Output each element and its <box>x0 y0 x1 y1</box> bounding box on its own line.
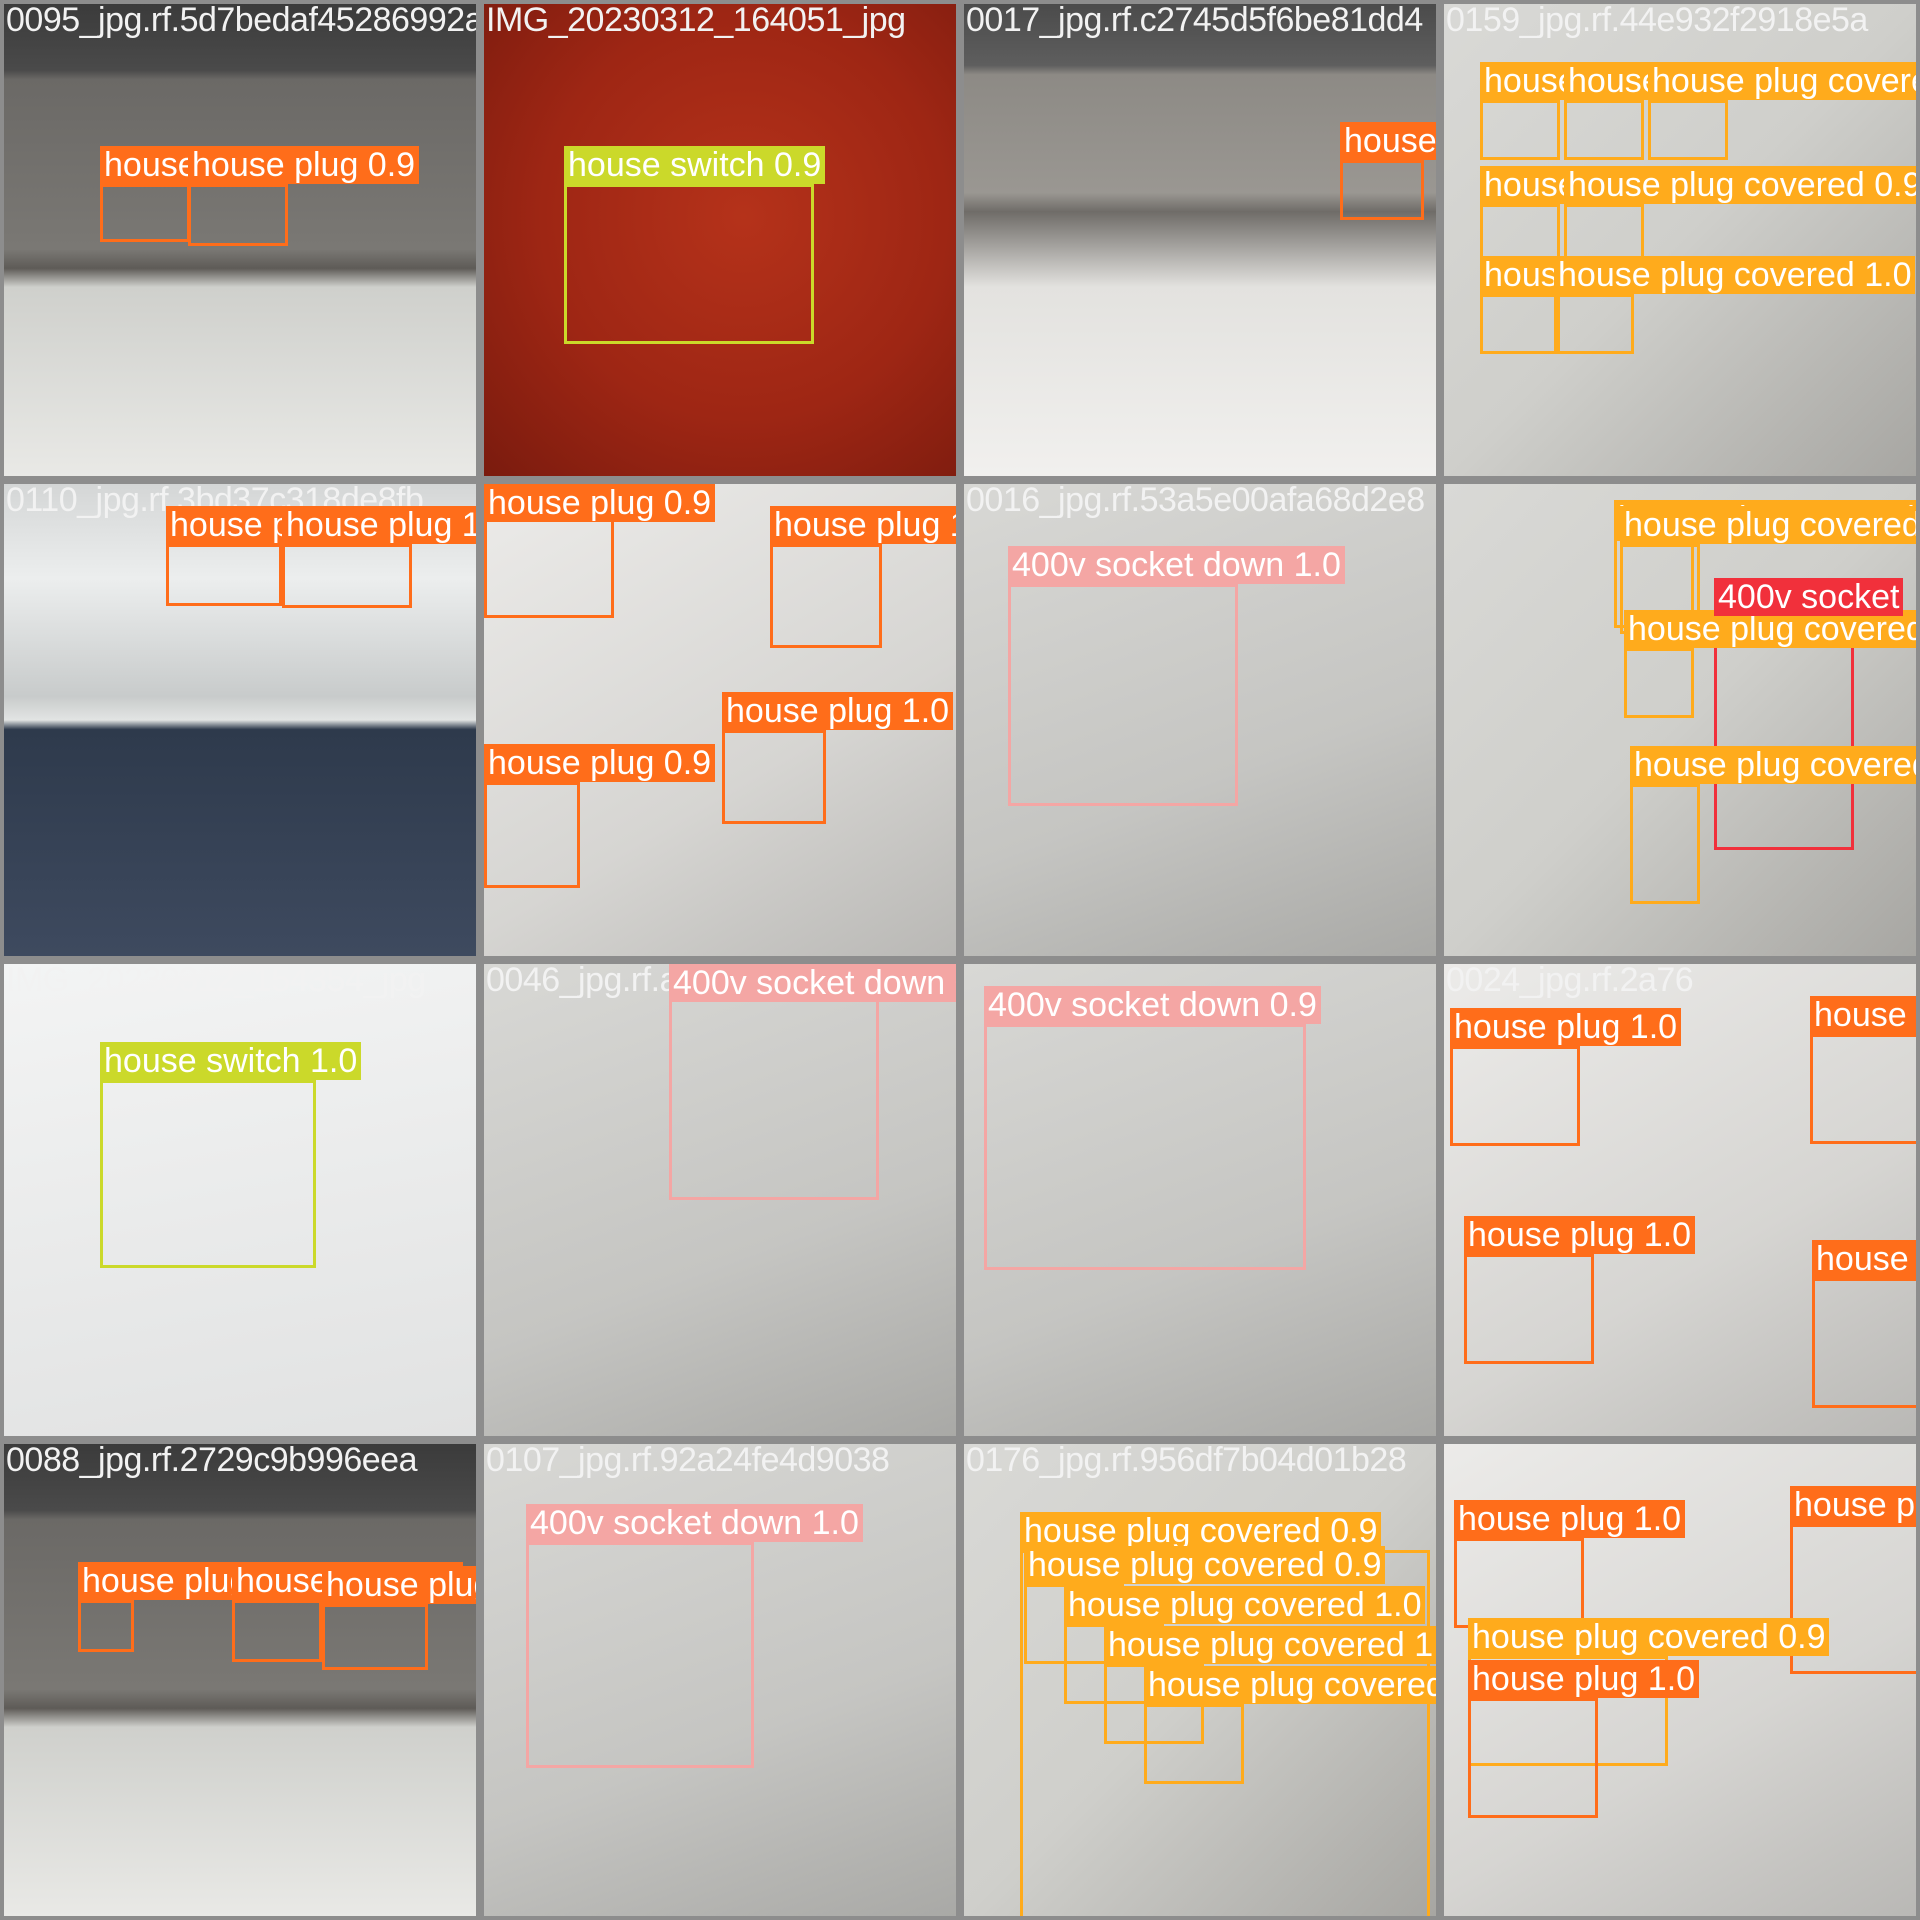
bounding-box <box>564 184 814 344</box>
detection-label: house plug 1.0 <box>770 506 956 544</box>
detection-tile: 0024_jpg.rf.2a76house plug 1.0 house plug… <box>1440 960 1920 1440</box>
bounding-box <box>1564 204 1644 264</box>
photo-desk-trunking <box>4 1444 476 1916</box>
bounding-box <box>1480 294 1560 354</box>
detection-tile: 0017_jpg.rf.c2745d5f6be81dd4house plug 1… <box>960 0 1440 480</box>
tile-filename: 0107_jpg.rf.92a24fe4d9038 <box>486 1441 890 1479</box>
detection-label: house plug covered 0.9 <box>1564 166 1916 204</box>
detection-label: house plug covered 0.9 <box>1024 1546 1386 1584</box>
detection-tile: house plug 1.0 house plug covered 0.9 hous… <box>1440 1440 1920 1920</box>
tile-filename: 0088_jpg.rf.2729c9b996eea <box>6 1441 418 1479</box>
bounding-box <box>1810 1034 1916 1144</box>
detection-label: house plug covered 0.9 <box>1648 62 1916 100</box>
bounding-box <box>1554 294 1634 354</box>
detection-label: house plug 1.0 <box>1810 996 1916 1034</box>
detection-tile: 400v socket down 0.9 <box>960 960 1440 1440</box>
detection-label: house switch 0.9 <box>564 146 826 184</box>
detection-tile: 0016_jpg.rf.53a5e00afa68d2e8 400v socket … <box>960 480 1440 960</box>
detection-label: house plug 1.0 <box>1790 1486 1916 1524</box>
detection-label: house plug 0.9 <box>484 484 716 522</box>
detection-tile: IMG_20230312_164051_jpghouse switch 0.9 <box>480 0 960 480</box>
detection-tile: 0046_jpg.rf.a2b2f15fb84c12400v socket do… <box>480 960 960 1440</box>
detection-tile: 0088_jpg.rf.2729c9b996eea house plug 0.9 h… <box>0 1440 480 1920</box>
bounding-box <box>100 184 190 242</box>
detection-label: house plug 1.0 <box>322 1566 476 1604</box>
detection-tile: house plug coveredhouse plug coveredhous… <box>1440 480 1920 960</box>
bounding-box <box>322 1604 428 1670</box>
detection-tile: 0176_jpg.rf.956df7b04d01b28house plug co… <box>960 1440 1440 1920</box>
detection-label: 400v socket down 1.0 <box>526 1504 863 1542</box>
bounding-box <box>78 1600 134 1652</box>
bounding-box <box>1468 1698 1598 1818</box>
bounding-box <box>1450 1046 1580 1146</box>
tile-filename: 0016_jpg.rf.53a5e00afa68d2e8 <box>966 481 1425 519</box>
detection-label: 400v socket down 0.9 <box>669 964 956 1002</box>
detection-label: house plug covered <box>1620 506 1916 544</box>
detection-label: house plug 0.9 <box>484 744 716 782</box>
detection-label: house plug 1.0 <box>1450 1008 1682 1046</box>
bounding-box <box>526 1542 754 1768</box>
tile-filename: 0176_jpg.rf.956df7b04d01b28 <box>966 1441 1407 1479</box>
bounding-box <box>1480 100 1560 160</box>
detection-tile: IMG_20230312_154354_jpghouse switch 1.0 <box>0 960 480 1440</box>
detection-label: house plug covered 0.9 <box>1020 1512 1382 1550</box>
detection-label: 400v socket down 1.0 <box>1008 546 1345 584</box>
tile-filename: 0159_jpg.rf.44e932f2918e5a <box>1446 1 1868 39</box>
detection-tile: 0107_jpg.rf.92a24fe4d9038 400v socket dow… <box>480 1440 960 1920</box>
detection-label: house plug 1.0 <box>1464 1216 1696 1254</box>
detection-label: house switch 1.0 <box>100 1042 362 1080</box>
detection-label: house plug covered 1.0 <box>1104 1626 1436 1664</box>
detection-label: house plug 1.0 <box>1468 1660 1700 1698</box>
bounding-box <box>1454 1538 1584 1628</box>
bounding-box <box>770 544 882 648</box>
bounding-box <box>1340 160 1424 220</box>
bounding-box <box>1624 648 1694 718</box>
detection-tile: 0095_jpg.rf.5d7bedaf45286992a56283ddhous… <box>0 0 480 480</box>
bounding-box <box>232 1600 322 1662</box>
tile-filename: 0095_jpg.rf.5d7bedaf45286992a56283dd <box>6 1 480 39</box>
bounding-box <box>100 1080 316 1268</box>
detection-label: house plug covered 1.0 <box>1144 1666 1436 1704</box>
bounding-box <box>1008 584 1238 806</box>
detection-label: 400v socket down 0.9 <box>984 986 1321 1024</box>
detection-tile: 0110_jpg.rf.3bd37c318de8fbhouse plug 1.0… <box>0 480 480 960</box>
bounding-box <box>282 544 412 608</box>
detection-label: house plug 1.0 <box>282 506 476 544</box>
detection-mosaic: 0095_jpg.rf.5d7bedaf45286992a56283ddhous… <box>0 0 1920 1920</box>
detection-label: house plug 1.0 <box>1812 1240 1916 1278</box>
tile-filename: 0024_jpg.rf.2a76 <box>1446 961 1694 999</box>
bounding-box <box>188 184 288 246</box>
detection-tile: house plug 0.9house plug 1.0house plug 1… <box>480 480 960 960</box>
tile-filename: IMG_20230312_154354_jpg <box>6 961 426 999</box>
tile-filename: 0017_jpg.rf.c2745d5f6be81dd4 <box>966 1 1423 39</box>
bounding-box <box>1480 204 1560 264</box>
bounding-box <box>1812 1278 1916 1408</box>
detection-label: house plug covered 0.9 <box>1468 1618 1830 1656</box>
detection-label: house plug 1.0 <box>722 692 954 730</box>
bounding-box <box>1648 100 1728 160</box>
detection-label: house plug 0.9 <box>188 146 420 184</box>
detection-label: house plug covered 1.0 <box>1064 1586 1426 1624</box>
bounding-box <box>1144 1704 1244 1784</box>
detection-tile: 0159_jpg.rf.44e932f2918e5ahouse plug cov… <box>1440 0 1920 480</box>
bounding-box <box>1564 100 1644 160</box>
detection-label: house plug 1.0 <box>1454 1500 1686 1538</box>
bounding-box <box>1630 784 1700 904</box>
detection-label: house plug covered <box>1630 746 1916 784</box>
photo-office-floor <box>964 4 1436 476</box>
detection-label: house plug 1.0 <box>1340 122 1436 160</box>
bounding-box <box>1714 616 1854 850</box>
tile-filename: IMG_20230312_164051_jpg <box>486 1 906 39</box>
bounding-box <box>1464 1254 1594 1364</box>
detection-label: 400v socket <box>1714 578 1904 616</box>
bounding-box <box>166 544 282 606</box>
bounding-box <box>669 984 879 1200</box>
bounding-box <box>722 730 826 824</box>
bounding-box <box>484 782 580 888</box>
detection-label: house plug covered 1.0 <box>1554 256 1916 294</box>
bounding-box <box>984 1024 1306 1270</box>
